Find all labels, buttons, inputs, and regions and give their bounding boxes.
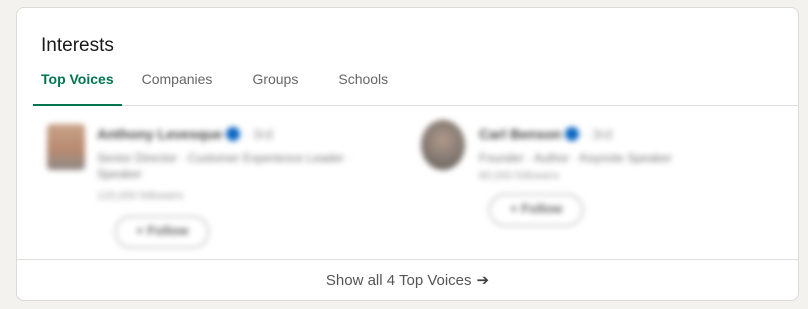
arrow-right-icon: ➔ <box>476 272 490 289</box>
list-item: Anthony Levesque · 3rd Senior Director · … <box>47 116 367 256</box>
follower-count: 80,000 followers <box>479 170 560 182</box>
avatar[interactable] <box>47 124 85 170</box>
tab-groups[interactable]: Groups <box>232 64 318 105</box>
follow-button[interactable]: + Follow <box>115 216 210 248</box>
follow-button[interactable]: + Follow <box>489 194 584 226</box>
verified-badge-icon <box>565 127 580 141</box>
voice-name[interactable]: Carl Benson <box>479 126 561 142</box>
voice-headline: Founder · Author · Keynote Speaker <box>479 151 672 165</box>
interests-card: Interests Top Voices Companies Groups Sc… <box>16 7 799 301</box>
card-title: Interests <box>41 35 114 56</box>
voice-name-line: Carl Benson · 3rd <box>479 126 612 142</box>
tab-schools[interactable]: Schools <box>318 64 408 105</box>
interests-tabs: Top Voices Companies Groups Schools <box>33 64 798 106</box>
tab-companies[interactable]: Companies <box>122 64 233 105</box>
verified-badge-icon <box>226 127 241 141</box>
list-item: Carl Benson · 3rd Founder · Author · Keyn… <box>421 116 741 256</box>
voice-headline: Senior Director · Customer Experience Le… <box>97 151 352 181</box>
follower-count: 120,000 followers <box>97 190 184 202</box>
connection-degree: · 3rd <box>583 126 613 142</box>
tab-top-voices[interactable]: Top Voices <box>33 64 122 106</box>
voice-name-line: Anthony Levesque · 3rd <box>97 126 273 142</box>
top-voices-list: Anthony Levesque · 3rd Senior Director · … <box>17 106 798 262</box>
voice-name[interactable]: Anthony Levesque <box>97 126 222 142</box>
avatar[interactable] <box>421 120 465 170</box>
show-all-top-voices-button[interactable]: Show all 4 Top Voices ➔ <box>17 259 798 300</box>
show-all-label: Show all 4 Top Voices <box>325 271 472 289</box>
connection-degree: · 3rd <box>244 126 274 142</box>
